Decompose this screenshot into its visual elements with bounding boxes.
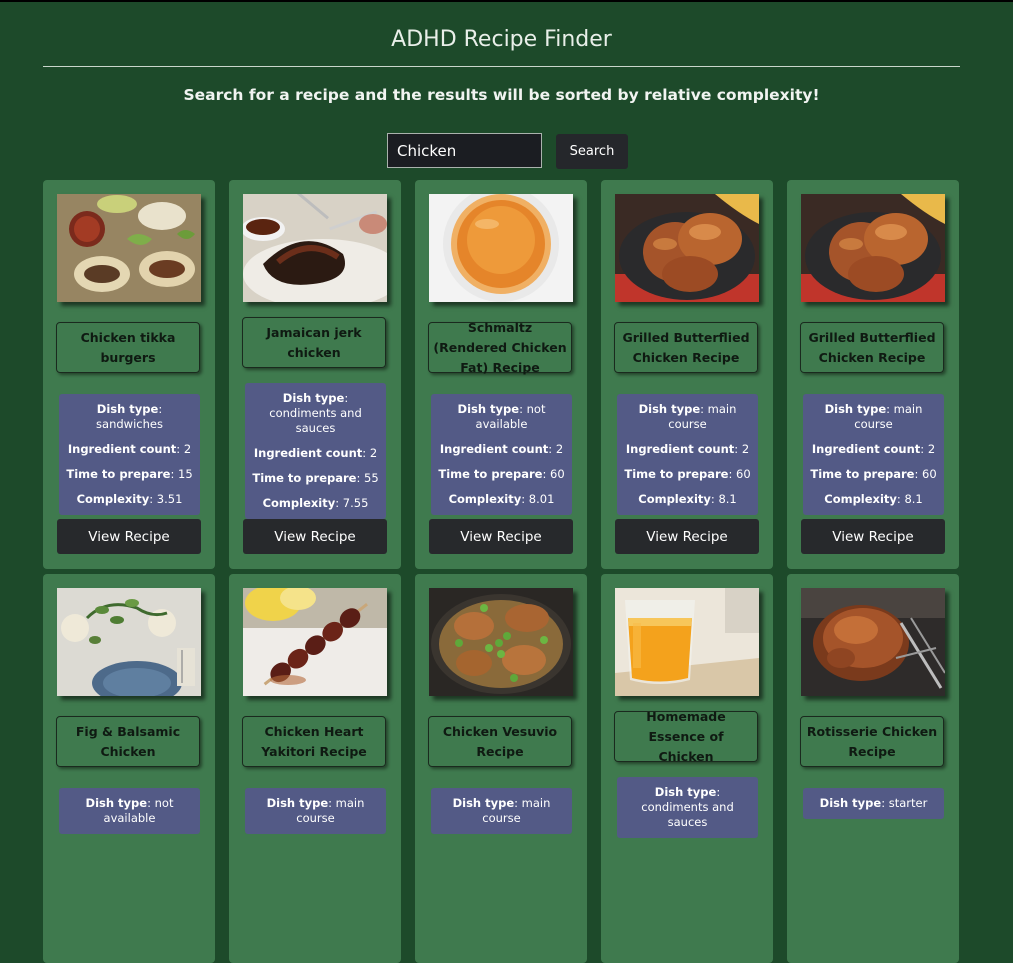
recipe-card: Grilled Butterflied Chicken Recipe Dish … <box>601 180 773 569</box>
recipe-title: Chicken Heart Yakitori Recipe <box>242 716 386 767</box>
search-input[interactable] <box>387 133 542 168</box>
recipe-title: Chicken tikka burgers <box>56 322 200 373</box>
recipe-info-panel: Dish type: main course Ingredient count:… <box>617 394 758 515</box>
recipe-image[interactable] <box>801 588 945 696</box>
view-recipe-button[interactable]: View Recipe <box>801 519 945 554</box>
search-button[interactable]: Search <box>556 134 628 169</box>
recipe-image[interactable] <box>57 588 201 696</box>
recipe-info-panel: Dish type: starter <box>803 788 944 819</box>
recipe-card: Jamaican jerk chicken Dish type: condime… <box>229 180 401 569</box>
window-top-edge <box>0 0 1013 2</box>
recipe-image[interactable] <box>429 588 573 696</box>
page-title: ADHD Recipe Finder <box>391 27 612 52</box>
recipe-info-panel: Dish type: main course <box>245 788 386 834</box>
recipe-info-panel: Dish type: main course <box>431 788 572 834</box>
recipe-title: Homemade Essence of Chicken <box>614 709 758 764</box>
recipe-title: Grilled Butterflied Chicken Recipe <box>800 322 944 373</box>
recipe-card: Rotisserie Chicken Recipe Dish type: sta… <box>787 574 959 963</box>
page-subtitle: Search for a recipe and the results will… <box>183 86 820 104</box>
title-divider <box>43 66 960 67</box>
view-recipe-button[interactable]: View Recipe <box>615 519 759 554</box>
recipe-info-panel: Dish type: not available <box>59 788 200 834</box>
recipe-card: Grilled Butterflied Chicken Recipe Dish … <box>787 180 959 569</box>
recipe-info-panel: Dish type: sandwiches Ingredient count: … <box>59 394 200 515</box>
recipe-image[interactable] <box>243 588 387 696</box>
recipe-card: Chicken Vesuvio Recipe Dish type: main c… <box>415 574 587 963</box>
recipe-card: Fig & Balsamic Chicken Dish type: not av… <box>43 574 215 963</box>
recipe-info-panel: Dish type: condiments and sauces <box>617 777 758 838</box>
recipe-title: Schmaltz (Rendered Chicken Fat) Recipe <box>428 320 572 375</box>
recipe-card: Chicken Heart Yakitori Recipe Dish type:… <box>229 574 401 963</box>
recipe-title: Fig & Balsamic Chicken <box>56 716 200 767</box>
recipe-card: Homemade Essence of Chicken Dish type: c… <box>601 574 773 963</box>
recipe-card: Schmaltz (Rendered Chicken Fat) Recipe D… <box>415 180 587 569</box>
recipe-title: Rotisserie Chicken Recipe <box>800 716 944 767</box>
recipe-info-panel: Dish type: main course Ingredient count:… <box>803 394 944 515</box>
recipe-image[interactable] <box>615 194 759 302</box>
view-recipe-button[interactable]: View Recipe <box>429 519 573 554</box>
recipe-title: Jamaican jerk chicken <box>242 317 386 368</box>
recipe-image[interactable] <box>57 194 201 302</box>
recipe-image[interactable] <box>801 194 945 302</box>
recipe-card: Chicken tikka burgers Dish type: sandwic… <box>43 180 215 569</box>
recipe-title: Chicken Vesuvio Recipe <box>428 716 572 767</box>
recipe-grid: Chicken tikka burgers Dish type: sandwic… <box>43 180 960 963</box>
recipe-info-panel: Dish type: not available Ingredient coun… <box>431 394 572 515</box>
recipe-image[interactable] <box>429 194 573 302</box>
recipe-image[interactable] <box>243 194 387 302</box>
recipe-image[interactable] <box>615 588 759 696</box>
view-recipe-button[interactable]: View Recipe <box>57 519 201 554</box>
view-recipe-button[interactable]: View Recipe <box>243 519 387 554</box>
recipe-info-panel: Dish type: condiments and sauces Ingredi… <box>245 383 386 519</box>
recipe-title: Grilled Butterflied Chicken Recipe <box>614 322 758 373</box>
